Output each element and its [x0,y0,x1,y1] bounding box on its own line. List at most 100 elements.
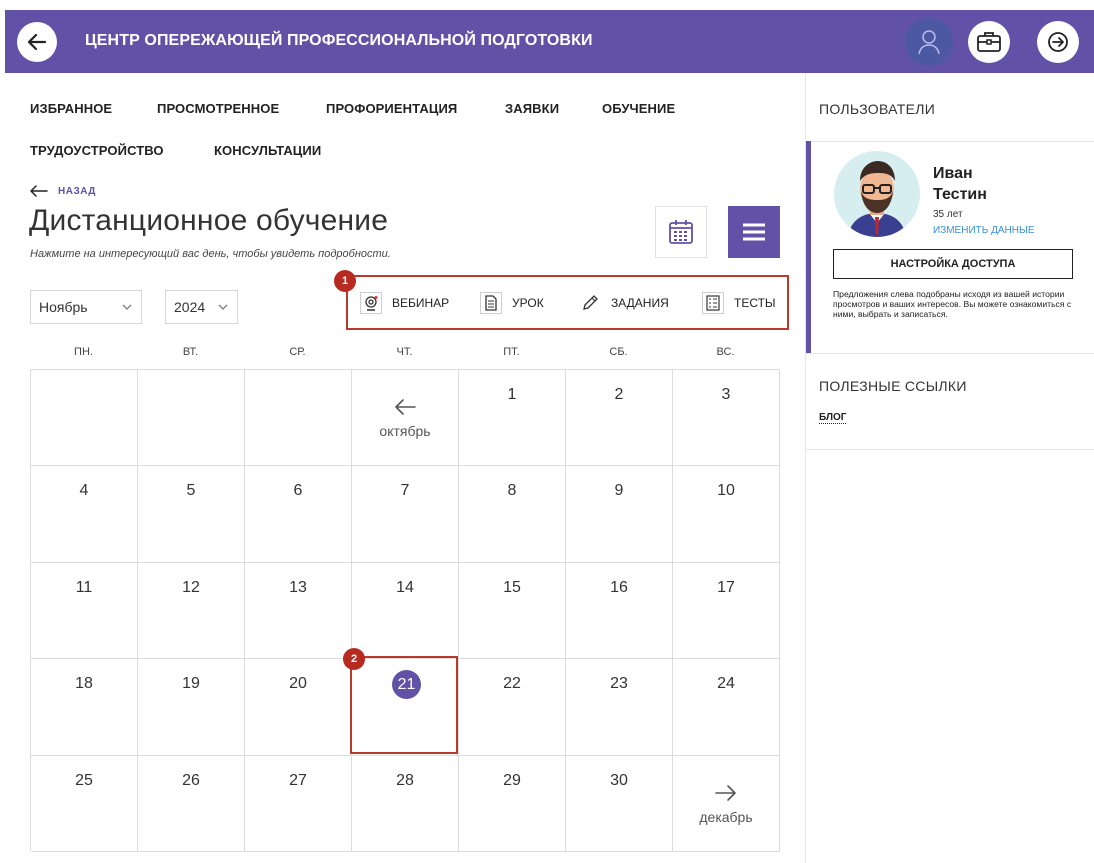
calendar-day-cell[interactable]: 4 [31,466,138,563]
divider [806,353,1094,354]
arrow-left-icon [30,185,48,197]
nav-favorites[interactable]: ИЗБРАННОЕ [30,101,112,116]
calendar-day-cell[interactable]: 14 [352,562,459,660]
weekday-sat: СБ. [609,346,628,358]
day-number: 7 [400,482,410,500]
calendar-day-cell[interactable]: 15 [459,562,566,660]
edit-profile-link[interactable]: ИЗМЕНИТЬ ДАННЫЕ [933,225,1035,236]
legend-tasks[interactable]: ЗАДАНИЯ [579,292,669,314]
list-view-button[interactable] [728,206,780,258]
calendar-day-cell[interactable]: 27 [245,755,352,852]
nav-viewed[interactable]: ПРОСМОТРЕННОЕ [157,101,279,116]
calendar-day-cell[interactable]: 7 [352,466,459,563]
nav-applications[interactable]: ЗАЯВКИ [505,101,559,116]
legend-tests[interactable]: ТЕСТЫ [702,292,776,314]
arrow-left-icon [395,399,416,415]
calendar-day-cell[interactable]: 17 [673,562,780,660]
calendar-day-cell[interactable]: 18 [31,659,138,756]
calendar-empty-cell [31,370,138,467]
prev-month-cell[interactable]: октябрь [352,370,459,467]
calendar-day-cell[interactable]: 11 [31,562,138,660]
nav-career-guidance[interactable]: ПРОФОРИЕНТАЦИЯ [326,101,457,116]
divider [806,449,1094,450]
month-select[interactable]: Ноябрь [30,290,142,324]
briefcase-icon [977,32,1001,52]
access-settings-button[interactable]: НАСТРОЙКА ДОСТУПА [833,249,1073,279]
day-number: 14 [396,578,414,596]
day-number: 23 [610,675,628,693]
back-link[interactable]: НАЗАД [30,185,96,197]
portfolio-button[interactable] [968,21,1010,63]
calendar-day-cell[interactable]: 3 [673,370,780,467]
calendar-day-cell[interactable]: 13 [245,562,352,660]
calendar-day-cell[interactable]: 23 [566,659,673,756]
arrow-left-icon [27,33,47,51]
day-number: 24 [717,675,735,693]
day-number: 19 [182,675,200,693]
next-month-cell[interactable]: декабрь [673,755,780,852]
users-section-title: ПОЛЬЗОВАТЕЛИ [819,101,936,117]
user-last-name: Тестин [933,186,987,203]
calendar-day-cell[interactable]: 22 [459,659,566,756]
nav-employment[interactable]: ТРУДОУСТРОЙСТВО [30,143,164,158]
weekday-fri: ПТ. [503,346,520,358]
calendar-day-cell[interactable]: 20 [245,659,352,756]
webinar-icon [360,292,382,314]
next-month-label: декабрь [699,808,753,825]
calendar-day-cell[interactable]: 28 [352,755,459,852]
calendar-day-cell[interactable]: 8 [459,466,566,563]
calendar-day-cell[interactable]: 26 [138,755,245,852]
legend-webinar[interactable]: ВЕБИНАР [360,292,449,314]
calendar-day-cell[interactable]: 2 [566,370,673,467]
user-first-name: Иван [933,165,973,182]
calendar-day-cell[interactable]: 6 [245,466,352,563]
day-number: 8 [507,482,517,500]
year-select[interactable]: 2024 [165,290,238,324]
calendar-day-cell[interactable]: 25 [31,755,138,852]
blog-link[interactable]: БЛОГ [819,412,847,424]
calendar-icon [669,220,693,244]
calendar-day-cell[interactable]: 12 [138,562,245,660]
day-number: 30 [610,771,628,789]
calendar-empty-cell [245,370,352,467]
weekday-sun: ВС. [716,346,735,358]
weekday-mon: ПН. [74,346,93,358]
user-age: 35 лет [933,209,963,220]
day-number: 12 [182,578,200,596]
annotation-marker-1: 1 [334,270,356,292]
legend-tests-label: ТЕСТЫ [734,296,776,310]
day-number: 22 [503,675,521,693]
exit-icon [1048,32,1068,52]
calendar-day-cell[interactable]: 10 [673,466,780,563]
calendar-day-cell[interactable]: 30 [566,755,673,852]
calendar-day-cell[interactable]: 9 [566,466,673,563]
calendar-day-cell[interactable]: 1 [459,370,566,467]
day-number: 20 [289,675,307,693]
next-month-link[interactable]: декабрь [673,784,779,825]
user-name: Иван Тестин [933,163,987,205]
day-number: 5 [186,482,196,500]
checklist-icon [702,292,724,314]
nav-consultations[interactable]: КОНСУЛЬТАЦИИ [214,143,321,158]
month-select-value: Ноябрь [39,299,88,315]
chevron-down-icon [122,304,132,311]
legend-lesson[interactable]: УРОК [480,292,544,314]
calendar-view-button[interactable] [655,206,707,258]
profile-button[interactable] [905,18,953,66]
menu-icon [743,223,765,241]
calendar-day-cell[interactable]: 16 [566,562,673,660]
nav-education[interactable]: ОБУЧЕНИЕ [602,101,675,116]
weekday-thu: ЧТ. [396,346,413,358]
day-number: 16 [610,578,628,596]
calendar-day-cell[interactable]: 29 [459,755,566,852]
day-number: 25 [75,771,93,789]
day-number: 27 [289,771,307,789]
calendar-day-cell[interactable]: 5 [138,466,245,563]
header-back-button[interactable] [17,22,57,62]
calendar-day-cell[interactable]: 19 [138,659,245,756]
logout-button[interactable] [1037,21,1079,63]
prev-month-link[interactable]: октябрь [352,398,458,439]
day-number: 3 [721,386,731,403]
day-number: 2 [614,386,624,403]
calendar-day-cell[interactable]: 24 [673,659,780,756]
